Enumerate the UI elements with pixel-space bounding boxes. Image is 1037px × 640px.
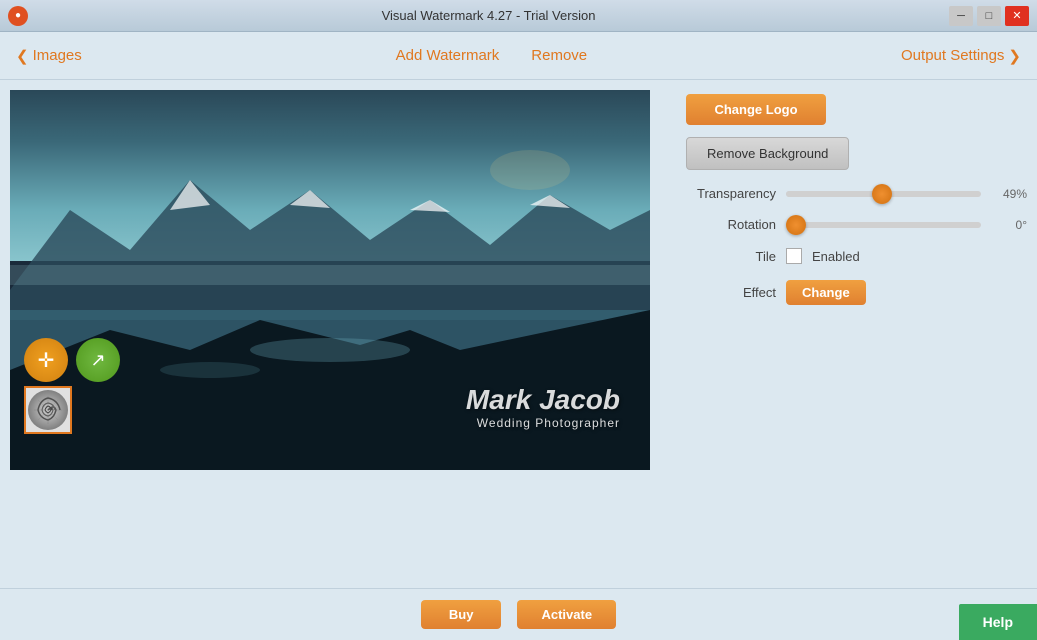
rotation-slider-thumb[interactable] xyxy=(786,215,806,235)
navbar: ❮ Images Add Watermark Remove Output Set… xyxy=(0,32,1037,80)
tile-row: Tile Enabled xyxy=(686,248,1027,264)
image-panel: Mark Jacob Wedding Photographer ✛ ↗ xyxy=(10,90,670,578)
logo-svg xyxy=(26,388,70,432)
activate-button[interactable]: Activate xyxy=(517,600,616,629)
bottom-bar: Buy Activate Help xyxy=(0,588,1037,640)
transparency-slider-thumb[interactable] xyxy=(872,184,892,204)
rotation-row: Rotation 0° xyxy=(686,217,1027,232)
tile-enabled-label: Enabled xyxy=(812,249,860,264)
buy-button[interactable]: Buy xyxy=(421,600,502,629)
help-button[interactable]: Help xyxy=(959,604,1037,640)
main-content: Mark Jacob Wedding Photographer ✛ ↗ xyxy=(0,80,1037,588)
logo-thumbnail[interactable] xyxy=(24,386,72,434)
app-icon: ● xyxy=(8,6,28,26)
nav-center: Add Watermark Remove xyxy=(82,47,901,64)
rotation-value: 0° xyxy=(991,218,1027,232)
transparency-slider-track[interactable] xyxy=(786,191,981,197)
transparency-value: 49% xyxy=(991,187,1027,201)
watermark-name: Mark Jacob xyxy=(466,384,620,416)
titlebar-title: Visual Watermark 4.27 - Trial Version xyxy=(28,8,949,23)
rotation-label: Rotation xyxy=(686,217,776,232)
output-settings-nav[interactable]: Output Settings ❯ xyxy=(901,47,1021,65)
remove-link[interactable]: Remove xyxy=(531,47,587,64)
logo-move-button[interactable]: ✛ xyxy=(24,338,68,382)
titlebar: ● Visual Watermark 4.27 - Trial Version … xyxy=(0,0,1037,32)
watermark-subtitle: Wedding Photographer xyxy=(466,416,620,430)
maximize-button[interactable]: □ xyxy=(977,6,1001,26)
rotation-slider-track[interactable] xyxy=(786,222,981,228)
tile-label: Tile xyxy=(686,249,776,264)
output-settings-label: Output Settings xyxy=(901,47,1004,64)
effect-label: Effect xyxy=(686,285,776,300)
close-button[interactable]: ✕ xyxy=(1005,6,1029,26)
watermark-text: Mark Jacob Wedding Photographer xyxy=(466,384,620,430)
effect-row: Effect Change xyxy=(686,280,1027,305)
scene-sky xyxy=(10,90,650,261)
images-label: Images xyxy=(33,47,82,64)
right-panel: Change Logo Remove Background Transparen… xyxy=(686,90,1027,578)
forward-arrow-icon: ❯ xyxy=(1008,47,1021,65)
images-nav[interactable]: ❮ Images xyxy=(16,47,82,65)
back-arrow-icon: ❮ xyxy=(16,47,29,65)
change-effect-button[interactable]: Change xyxy=(786,280,866,305)
logo-resize-button[interactable]: ↗ xyxy=(76,338,120,382)
change-logo-button[interactable]: Change Logo xyxy=(686,94,826,125)
transparency-row: Transparency 49% xyxy=(686,186,1027,201)
image-canvas: Mark Jacob Wedding Photographer ✛ ↗ xyxy=(10,90,650,470)
tile-checkbox[interactable] xyxy=(786,248,802,264)
transparency-label: Transparency xyxy=(686,186,776,201)
add-watermark-link[interactable]: Add Watermark xyxy=(396,47,500,64)
remove-background-button[interactable]: Remove Background xyxy=(686,137,849,170)
window-controls: ─ □ ✕ xyxy=(949,6,1029,26)
minimize-button[interactable]: ─ xyxy=(949,6,973,26)
